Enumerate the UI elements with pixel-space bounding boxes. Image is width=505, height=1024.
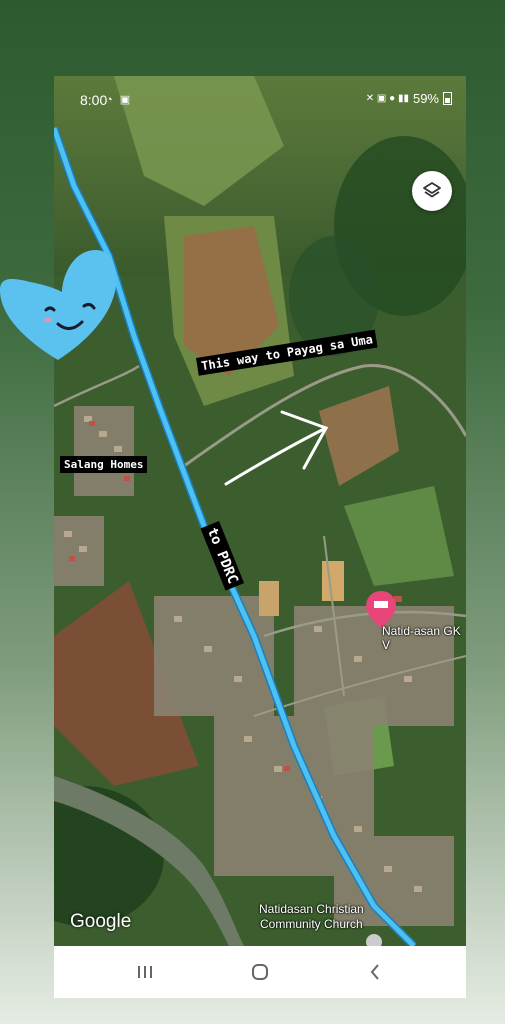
recents-icon xyxy=(138,966,152,978)
battery-percent: 59% xyxy=(412,91,439,106)
place-church-line2: Community Church xyxy=(260,917,363,931)
back-icon xyxy=(370,964,379,980)
place-church-line1: Natidasan Christian xyxy=(259,902,364,916)
satellite-map[interactable] xyxy=(54,76,466,946)
recents-button[interactable] xyxy=(130,960,160,984)
label-salang-homes: Salang Homes xyxy=(60,456,148,473)
home-icon xyxy=(252,964,268,980)
status-time: 8:00 xyxy=(80,92,108,108)
place-church[interactable]: Natidasan Christian Community Church xyxy=(259,902,364,932)
status-right: ✕ ▣ ● ▮▮ 59% xyxy=(366,91,452,106)
phone-screen: 8:00 ◔ ▣ ✕ ▣ ● ▮▮ 59% This way to Payag … xyxy=(54,76,466,998)
status-bar: 8:00 ◔ ▣ ✕ ▣ ● ▮▮ 59% xyxy=(54,76,466,122)
layers-icon xyxy=(423,182,441,198)
back-button[interactable] xyxy=(360,960,390,984)
layers-button[interactable] xyxy=(412,171,452,211)
home-button[interactable] xyxy=(245,960,275,984)
notification-icons: ◔ ▣ xyxy=(106,94,133,106)
navigation-bar xyxy=(54,946,466,998)
signal-icons: ✕ ▣ ● ▮▮ xyxy=(365,93,409,104)
heart-sticker xyxy=(0,250,117,360)
google-attribution: Google xyxy=(70,911,132,932)
place-natid-asan[interactable]: Natid-asan GK V xyxy=(382,624,466,652)
battery-icon xyxy=(443,92,452,105)
